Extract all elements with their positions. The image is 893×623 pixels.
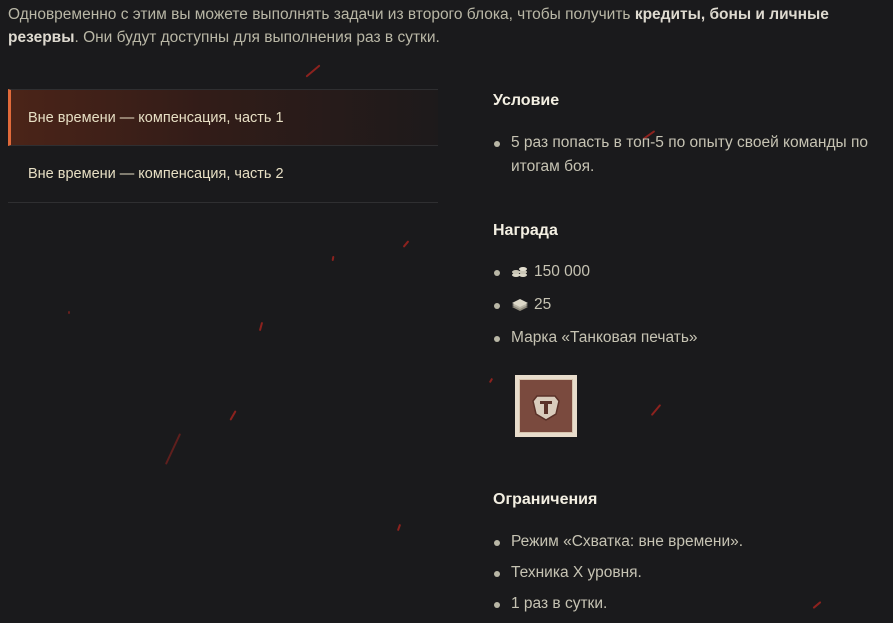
credits-icon <box>511 262 529 286</box>
intro-text-end: . Они будут доступны для выполнения раз … <box>74 29 440 46</box>
tab-compensation-part-1[interactable]: Вне времени — компенсация, часть 1 <box>8 89 438 146</box>
tab-compensation-part-2[interactable]: Вне времени — компенсация, часть 2 <box>8 146 438 203</box>
bonds-icon <box>511 295 529 319</box>
restriction-item: Режим «Схватка: вне времени». <box>493 530 893 554</box>
bonds-value: 25 <box>534 296 552 313</box>
tab-label: Вне времени — компенсация, часть 2 <box>28 166 284 182</box>
condition-item: 5 раз попасть в топ-5 по опыту своей ком… <box>493 131 893 179</box>
condition-list: 5 раз попасть в топ-5 по опыту своей ком… <box>493 131 893 186</box>
reward-bonds: 25 <box>493 293 893 319</box>
credits-value: 150 000 <box>534 263 591 280</box>
reward-list: 150 000 25 Марка «Танковая печать» <box>493 260 893 357</box>
condition-heading: Условие <box>493 92 560 109</box>
tab-label: Вне времени — компенсация, часть 1 <box>28 109 284 126</box>
restriction-item: 1 раз в сутки. <box>493 592 893 616</box>
intro-text-start: Одновременно с этим вы можете выполнять … <box>8 6 635 23</box>
task-tabs: Вне времени — компенсация, часть 1 Вне в… <box>8 89 438 203</box>
restrictions-heading: Ограничения <box>493 491 598 508</box>
reward-stamp: Марка «Танковая печать» <box>493 326 893 350</box>
reward-heading: Награда <box>493 222 558 239</box>
restrictions-list: Режим «Схватка: вне времени». Техника X … <box>493 530 893 623</box>
tank-seal-stamp-image <box>515 375 577 437</box>
reward-credits: 150 000 <box>493 260 893 286</box>
intro-text: Одновременно с этим вы можете выполнять … <box>8 3 878 49</box>
restriction-item: Техника X уровня. <box>493 561 893 585</box>
tank-seal-icon <box>532 395 560 421</box>
